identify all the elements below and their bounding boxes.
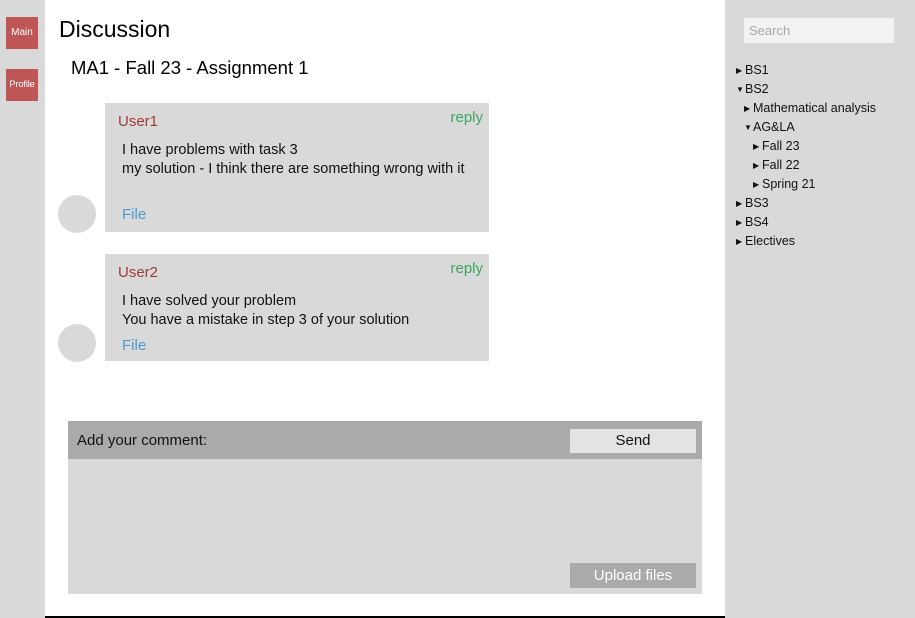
caret-right-icon: ▶	[736, 66, 743, 75]
send-button[interactable]: Send	[570, 429, 696, 453]
post-body: I have problems with task 3 my solution …	[122, 141, 477, 179]
tree-item-bs4[interactable]: ▶ BS4	[736, 215, 769, 230]
file-link[interactable]: File	[122, 337, 146, 354]
tree-item-label: Fall 23	[762, 139, 800, 153]
post-username[interactable]: User1	[118, 113, 158, 130]
comment-panel: Add your comment: Send Upload files	[68, 421, 702, 594]
tree-item-label: BS1	[745, 63, 769, 77]
reply-link[interactable]: reply	[450, 260, 483, 277]
caret-right-icon: ▶	[744, 104, 751, 113]
left-nav-rail: Main Profile	[0, 0, 45, 618]
tree-item-fall-23[interactable]: ▶ Fall 23	[753, 139, 800, 154]
caret-down-icon: ▼	[744, 123, 752, 132]
tree-item-spring-21[interactable]: ▶ Spring 21	[753, 177, 816, 192]
caret-right-icon: ▶	[736, 218, 743, 227]
discussion-post: User2 reply I have solved your problem Y…	[105, 254, 489, 361]
file-link[interactable]: File	[122, 206, 146, 223]
tree-item-electives[interactable]: ▶ Electives	[736, 234, 795, 249]
caret-right-icon: ▶	[753, 180, 760, 189]
caret-right-icon: ▶	[736, 199, 743, 208]
comment-label: Add your comment:	[77, 432, 208, 449]
caret-right-icon: ▶	[753, 161, 760, 170]
tree-item-label: BS3	[745, 196, 769, 210]
tree-item-mathematical-analysis[interactable]: ▶ Mathematical analysis	[744, 101, 876, 116]
tree-item-label: Electives	[745, 234, 796, 248]
tree-item-label: Spring 21	[762, 177, 816, 191]
tree-item-label: BS4	[745, 215, 769, 229]
post-line: I have solved your problem	[122, 293, 297, 309]
tree-item-label: AG&LA	[753, 120, 795, 134]
tree-item-bs2[interactable]: ▼BS2	[736, 82, 769, 97]
tree-item-agla[interactable]: ▼AG&LA	[744, 120, 795, 135]
assignment-subtitle: MA1 - Fall 23 - Assignment 1	[71, 57, 309, 78]
upload-files-button[interactable]: Upload files	[570, 563, 696, 588]
reply-link[interactable]: reply	[450, 109, 483, 126]
post-username[interactable]: User2	[118, 264, 158, 281]
caret-right-icon: ▶	[753, 142, 760, 151]
post-line: I have problems with task 3	[122, 142, 298, 158]
post-line: You have a mistake in step 3 of your sol…	[122, 312, 410, 328]
search-input[interactable]	[744, 18, 894, 43]
tree-item-label: Mathematical analysis	[753, 101, 876, 115]
profile-nav-button[interactable]: Profile	[6, 69, 38, 101]
avatar[interactable]	[58, 195, 96, 233]
tree-item-label: Fall 22	[762, 158, 800, 172]
tree-item-bs1[interactable]: ▶ BS1	[736, 63, 769, 78]
discussion-main: Discussion MA1 - Fall 23 - Assignment 1 …	[45, 0, 725, 618]
main-nav-button[interactable]: Main	[6, 17, 38, 49]
tree-item-fall-22[interactable]: ▶ Fall 22	[753, 158, 800, 173]
avatar[interactable]	[58, 324, 96, 362]
tree-item-label: BS2	[745, 82, 769, 96]
post-body: I have solved your problem You have a mi…	[122, 292, 477, 330]
tree-item-bs3[interactable]: ▶ BS3	[736, 196, 769, 211]
page-title: Discussion	[59, 16, 171, 42]
caret-right-icon: ▶	[736, 237, 743, 246]
caret-down-icon: ▼	[736, 85, 744, 94]
course-tree-sidebar: ▶BS1 ▼BS2 ▶Mathematical analysis ▼AG&LA …	[725, 0, 915, 618]
comment-header: Add your comment: Send	[68, 421, 702, 459]
discussion-post: User1 reply I have problems with task 3 …	[105, 103, 489, 232]
post-line: my solution - I think there are somethin…	[122, 161, 465, 177]
